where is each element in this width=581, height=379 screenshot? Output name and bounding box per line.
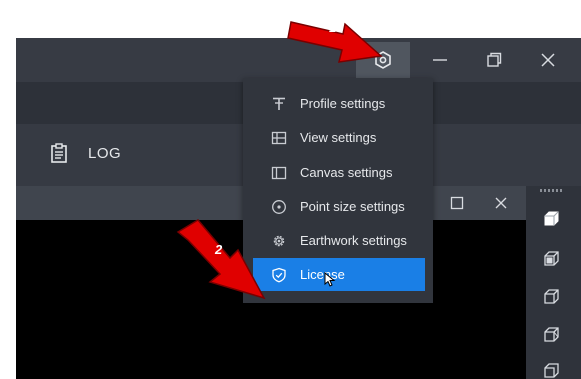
annotation-arrow-1 — [287, 21, 383, 63]
cube-icon — [544, 251, 559, 266]
settings-menu: Profile settings View settings Canvas se… — [243, 78, 433, 303]
minimize-button[interactable] — [420, 42, 460, 78]
restore-button[interactable] — [474, 42, 514, 78]
menu-item-label: Canvas settings — [300, 165, 393, 180]
target-circle-icon — [269, 197, 289, 217]
cube-icon — [544, 327, 559, 342]
gear-icon — [269, 231, 289, 251]
clipboard-icon — [51, 143, 67, 163]
menu-item-label: View settings — [300, 130, 377, 145]
cube-icon — [544, 363, 559, 378]
menu-item-label: License — [300, 267, 345, 282]
panel-maximize-button[interactable] — [442, 188, 472, 218]
menu-item-license[interactable]: License — [253, 258, 425, 291]
log-label: LOG — [88, 144, 122, 162]
cube-icon — [544, 289, 559, 304]
annotation-arrow-2 — [176, 219, 266, 300]
menu-item-canvas-settings[interactable]: Canvas settings — [253, 156, 425, 189]
minimize-icon — [433, 59, 447, 61]
menu-item-label: Earthwork settings — [300, 233, 407, 248]
close-icon — [541, 53, 555, 67]
menu-item-label: Profile settings — [300, 96, 386, 111]
menu-item-view-settings[interactable]: View settings — [253, 121, 425, 154]
sidebar-grip[interactable] — [540, 189, 562, 192]
view-cube-button[interactable] — [540, 208, 562, 230]
view-cube-button[interactable] — [540, 324, 562, 346]
mouse-cursor-icon — [324, 272, 336, 287]
close-button[interactable] — [528, 42, 568, 78]
log-button[interactable]: LOG — [50, 138, 121, 168]
restore-icon — [487, 52, 502, 67]
profile-icon — [269, 94, 289, 114]
canvas-panel-icon — [269, 163, 289, 183]
view-layout-icon — [269, 128, 289, 148]
close-icon — [495, 197, 507, 209]
view-cube-button[interactable] — [540, 360, 562, 379]
menu-item-label: Point size settings — [300, 199, 405, 214]
view-cube-button[interactable] — [540, 248, 562, 270]
view-cube-button[interactable] — [540, 286, 562, 308]
shield-icon — [269, 265, 289, 285]
menu-item-point-size-settings[interactable]: Point size settings — [253, 190, 425, 223]
annotation-step-2: 2 — [215, 242, 223, 257]
panel-close-button[interactable] — [486, 188, 516, 218]
maximize-icon — [450, 196, 464, 210]
menu-item-profile-settings[interactable]: Profile settings — [253, 87, 425, 120]
cube-icon — [544, 211, 559, 226]
menu-item-earthwork-settings[interactable]: Earthwork settings — [253, 224, 425, 257]
annotation-step-1: 1 — [329, 20, 337, 35]
